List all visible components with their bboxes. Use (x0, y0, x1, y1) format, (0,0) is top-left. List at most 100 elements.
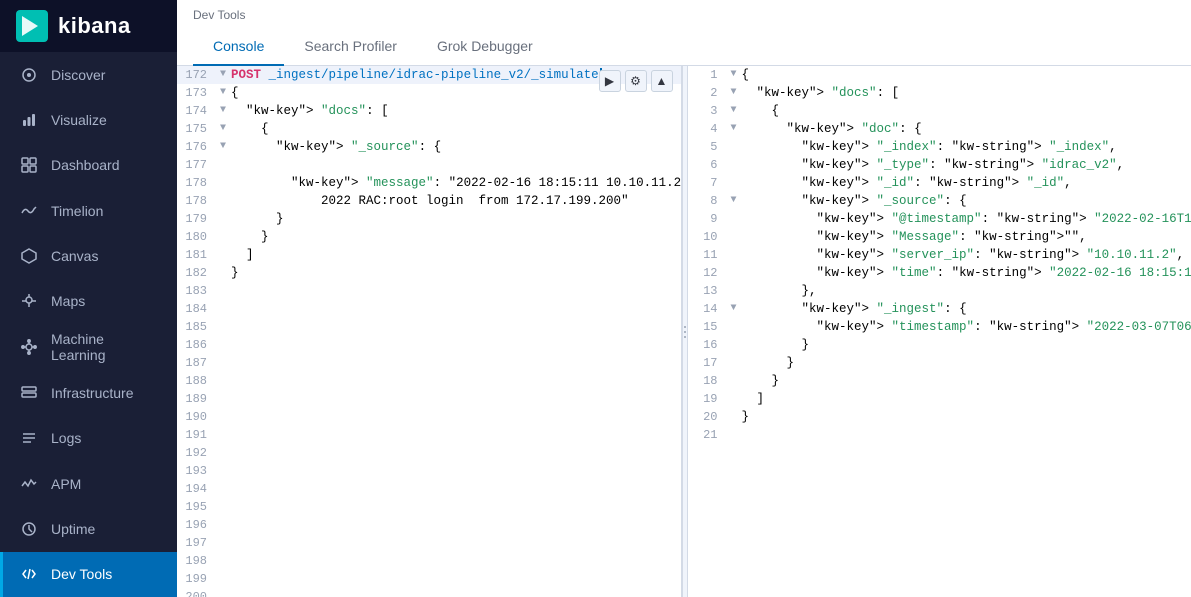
collapse-button[interactable]: ▲ (651, 70, 673, 92)
line-number: 188 (177, 372, 215, 390)
line-number: 13 (688, 282, 726, 300)
table-row: 181 ] (177, 246, 681, 264)
sidebar-item-canvas[interactable]: Canvas (0, 233, 177, 278)
line-number: 197 (177, 534, 215, 552)
table-row: 197 (177, 534, 681, 552)
settings-button[interactable]: ⚙ (625, 70, 647, 92)
line-content: "kw-key"> "@timestamp": "kw-string"> "20… (742, 210, 1191, 228)
fold-indicator[interactable]: ▼ (215, 66, 231, 84)
table-row: 1▼{ (688, 66, 1191, 84)
infrastructure-icon (19, 383, 39, 403)
fold-indicator: ▼ (726, 192, 742, 210)
line-content: "kw-key"> "message": "2022-02-16 18:15:1… (231, 174, 681, 192)
sidebar-item-logs[interactable]: Logs (0, 416, 177, 461)
apm-label: APM (51, 476, 81, 492)
table-row: 7 "kw-key"> "_id": "kw-string"> "_id", (688, 174, 1191, 192)
sidebar-item-uptime[interactable]: Uptime (0, 506, 177, 551)
table-row: 194 (177, 480, 681, 498)
tab-search-profiler[interactable]: Search Profiler (284, 28, 417, 66)
left-code-editor[interactable]: 172▼POST _ingest/pipeline/idrac-pipeline… (177, 66, 681, 597)
sidebar-item-apm[interactable]: APM (0, 461, 177, 506)
line-content: } (231, 264, 681, 282)
line-number: 185 (177, 318, 215, 336)
fold-indicator[interactable]: ▼ (215, 84, 231, 102)
line-number: 190 (177, 408, 215, 426)
fold-indicator: ▼ (726, 120, 742, 138)
table-row: 14▼ "kw-key"> "_ingest": { (688, 300, 1191, 318)
table-row: 192 (177, 444, 681, 462)
line-content: { (231, 120, 681, 138)
sidebar-item-timelion[interactable]: Timelion (0, 188, 177, 233)
line-number: 1 (688, 66, 726, 84)
editor-area: 172▼POST _ingest/pipeline/idrac-pipeline… (177, 66, 1191, 597)
table-row: 3▼ { (688, 102, 1191, 120)
line-number: 187 (177, 354, 215, 372)
machine-learning-icon (19, 337, 39, 357)
line-content: "kw-key"> "doc": { (742, 120, 1191, 138)
line-number: 172 (177, 66, 215, 84)
line-content: } (231, 210, 681, 228)
table-row: 183 (177, 282, 681, 300)
devtools-header: Dev Tools Console Search Profiler Grok D… (177, 0, 1191, 66)
sidebar-item-discover[interactable]: Discover (0, 52, 177, 97)
breadcrumb: Dev Tools (193, 8, 1175, 28)
sidebar-item-visualize[interactable]: Visualize (0, 97, 177, 142)
dev-tools-label: Dev Tools (51, 566, 112, 582)
table-row: 198 (177, 552, 681, 570)
sidebar-item-maps[interactable]: Maps (0, 279, 177, 324)
line-number: 195 (177, 498, 215, 516)
tab-console[interactable]: Console (193, 28, 284, 66)
table-row: 200 (177, 588, 681, 597)
table-row: 17 } (688, 354, 1191, 372)
line-content: "kw-key"> "_source": { (742, 192, 1191, 210)
line-number: 194 (177, 480, 215, 498)
table-row: 176▼ "kw-key"> "_source": { (177, 138, 681, 156)
table-row: 185 (177, 318, 681, 336)
fold-indicator: ▼ (726, 66, 742, 84)
line-number: 7 (688, 174, 726, 192)
line-number: 198 (177, 552, 215, 570)
table-row: 174▼ "kw-key"> "docs": [ (177, 102, 681, 120)
line-number: 10 (688, 228, 726, 246)
line-number: 177 (177, 156, 215, 174)
timelion-icon (19, 201, 39, 221)
line-number: 14 (688, 300, 726, 318)
line-number: 20 (688, 408, 726, 426)
tab-grok-debugger[interactable]: Grok Debugger (417, 28, 553, 66)
line-content: "kw-key"> "_index": "kw-string"> "_index… (742, 138, 1191, 156)
sidebar: kibana Discover Visualize Dashboard Time… (0, 0, 177, 597)
divider-dot (684, 331, 686, 333)
table-row: 177 (177, 156, 681, 174)
line-number: 174 (177, 102, 215, 120)
table-row: 196 (177, 516, 681, 534)
table-row: 16 } (688, 336, 1191, 354)
line-number: 191 (177, 426, 215, 444)
right-editor-panel: 1▼{2▼ "kw-key"> "docs": [3▼ {4▼ "kw-key"… (688, 66, 1191, 597)
line-number: 200 (177, 588, 215, 597)
table-row: 178 2022 RAC:root login from 172.17.199.… (177, 192, 681, 210)
maps-icon (19, 291, 39, 311)
line-content: "kw-key"> "_type": "kw-string"> "idrac_v… (742, 156, 1191, 174)
line-content: ] (231, 246, 681, 264)
fold-indicator[interactable]: ▼ (215, 120, 231, 138)
table-row: 18 } (688, 372, 1191, 390)
table-row: 2▼ "kw-key"> "docs": [ (688, 84, 1191, 102)
sidebar-item-infrastructure[interactable]: Infrastructure (0, 370, 177, 415)
line-number: 18 (688, 372, 726, 390)
sidebar-item-machine-learning[interactable]: Machine Learning (0, 324, 177, 370)
line-number: 6 (688, 156, 726, 174)
line-content: } (742, 336, 1191, 354)
sidebar-item-dev-tools[interactable]: Dev Tools (0, 552, 177, 597)
table-row: 11 "kw-key"> "server_ip": "kw-string"> "… (688, 246, 1191, 264)
table-row: 188 (177, 372, 681, 390)
fold-indicator[interactable]: ▼ (215, 138, 231, 156)
line-number: 3 (688, 102, 726, 120)
fold-indicator[interactable]: ▼ (215, 102, 231, 120)
kibana-logo (16, 10, 48, 42)
line-content: "kw-key"> "_id": "kw-string"> "_id", (742, 174, 1191, 192)
sidebar-item-dashboard[interactable]: Dashboard (0, 143, 177, 188)
table-row: 189 (177, 390, 681, 408)
line-number: 15 (688, 318, 726, 336)
visualize-icon (19, 110, 39, 130)
run-button[interactable]: ▶ (599, 70, 621, 92)
